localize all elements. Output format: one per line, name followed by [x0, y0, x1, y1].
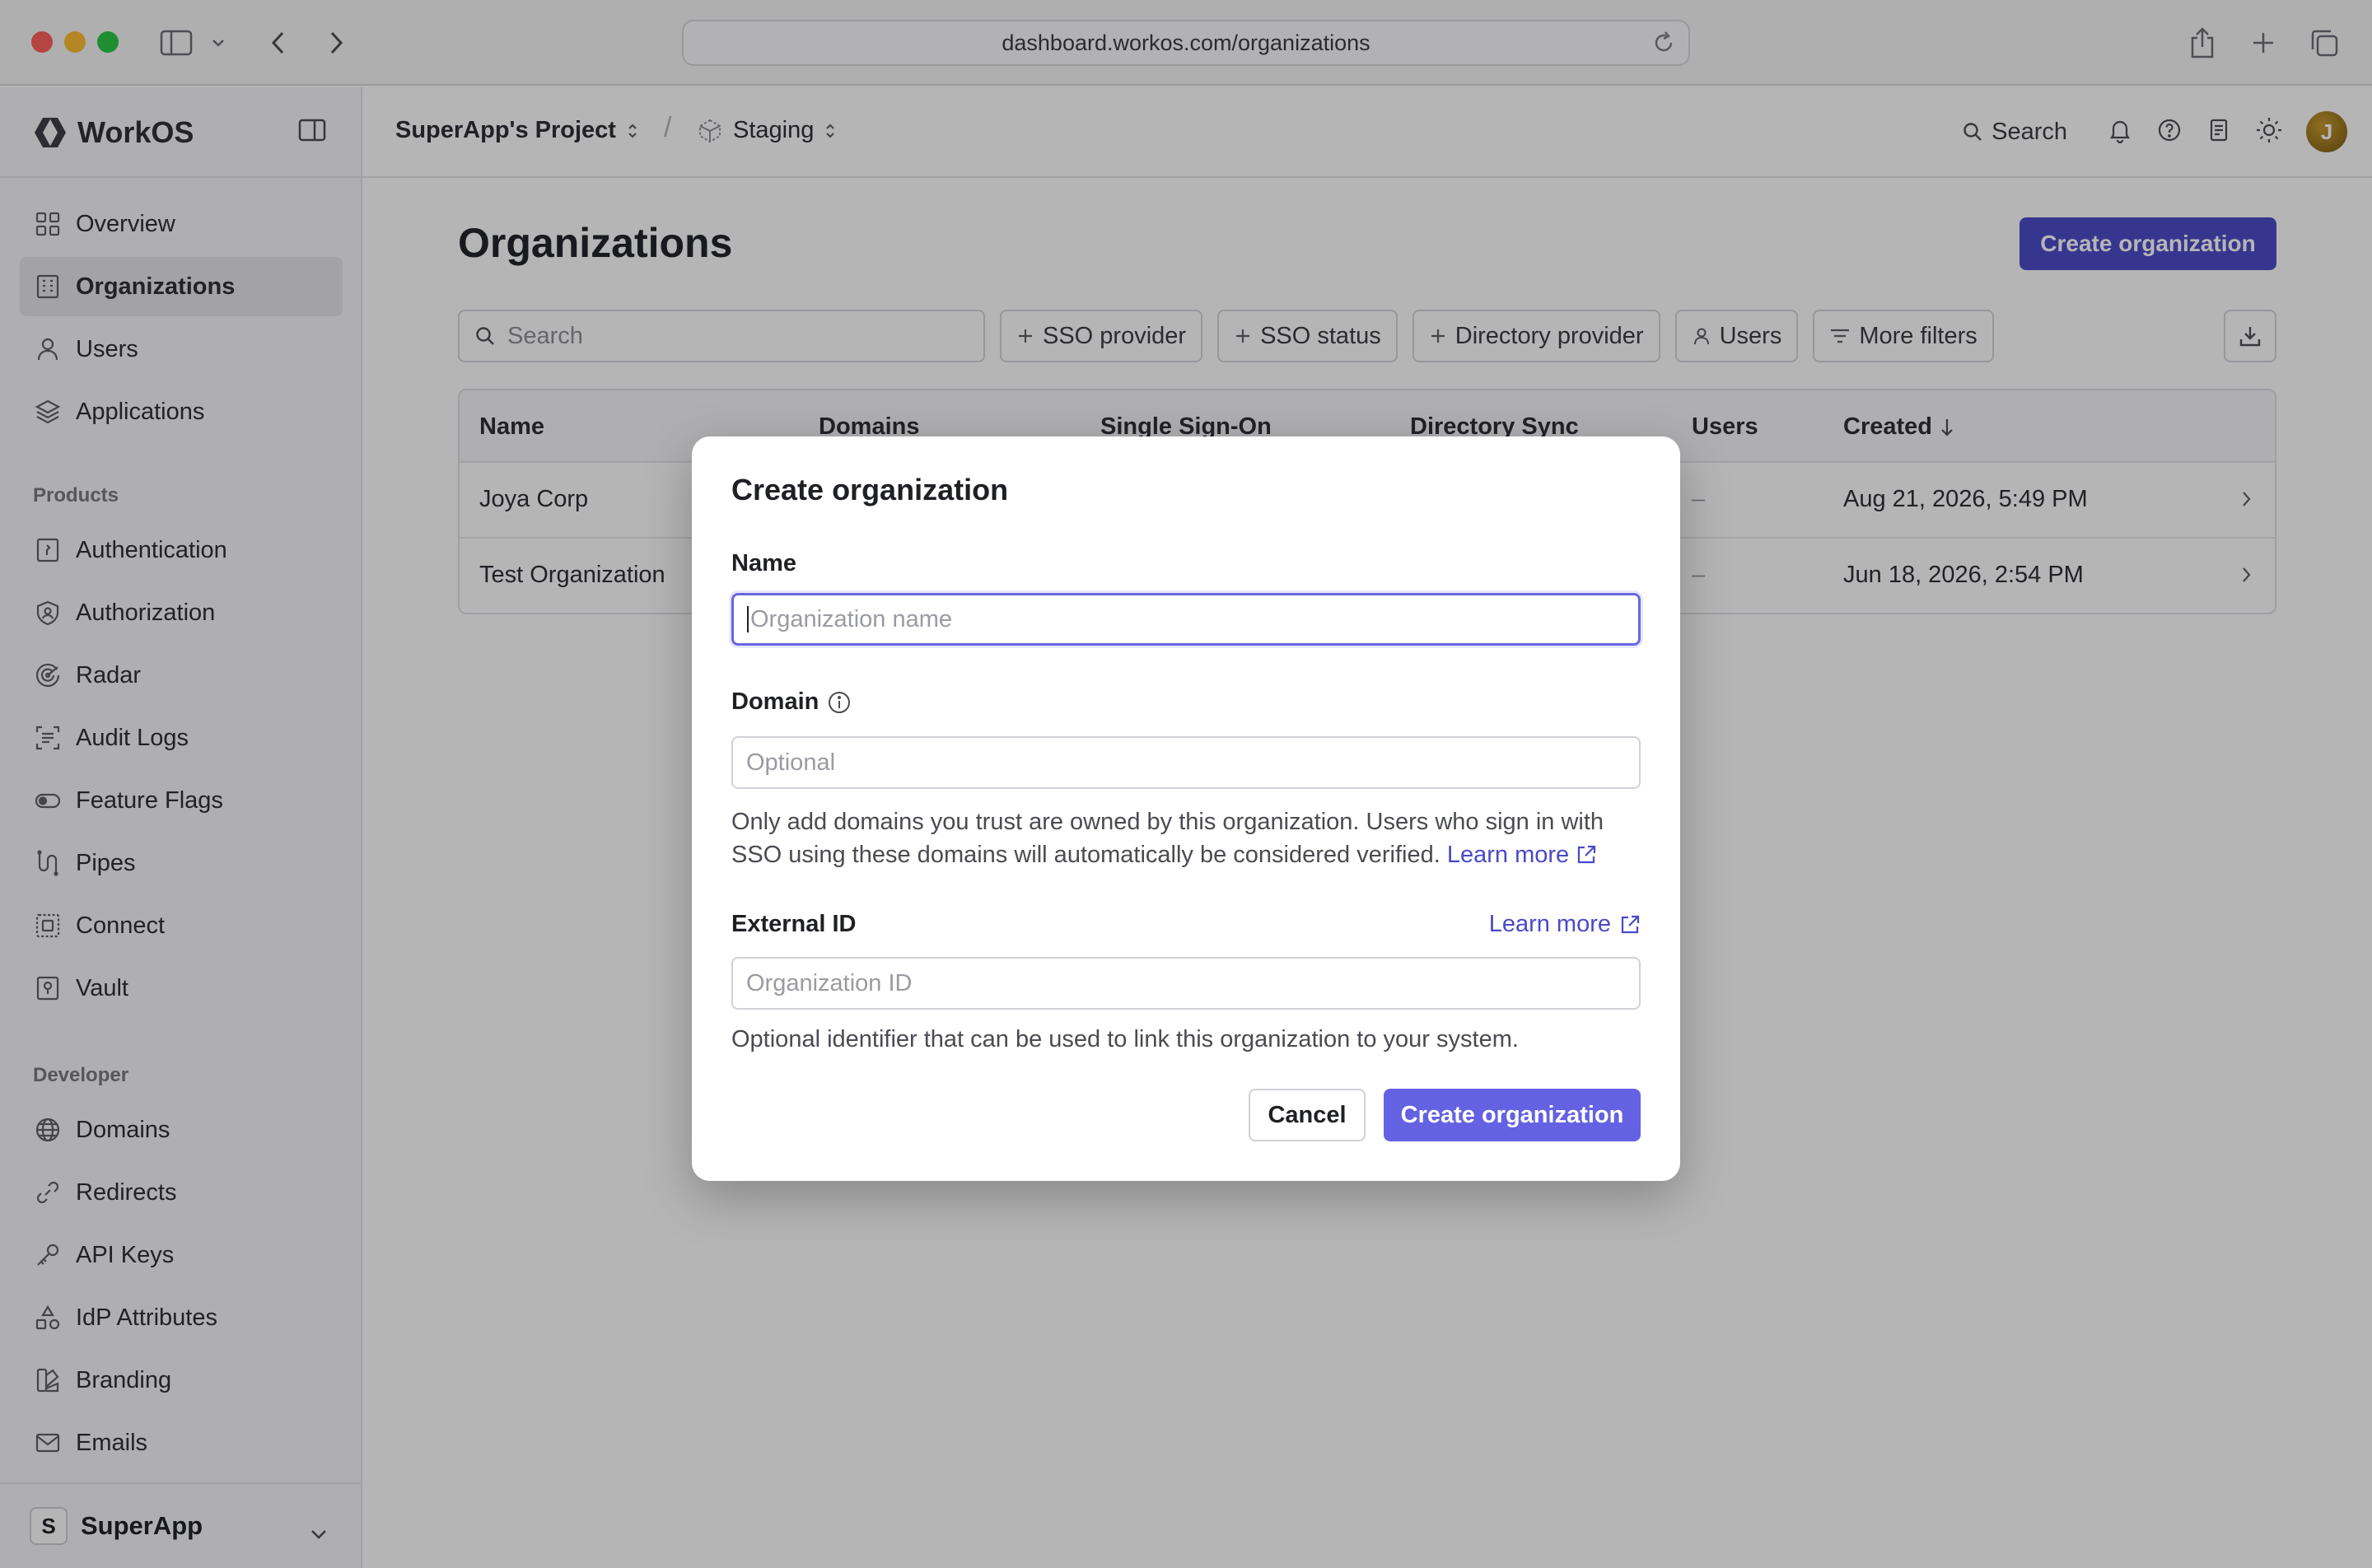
cancel-button[interactable]: Cancel [1249, 1089, 1366, 1141]
external-id-help-text: Optional identifier that can be used to … [731, 1026, 1519, 1052]
external-id-placeholder: Organization ID [746, 969, 913, 996]
domain-label-text: Domain [731, 688, 819, 715]
link-label: Learn more [1446, 842, 1570, 868]
external-id-learn-more-link[interactable]: Learn more [1489, 911, 1641, 938]
external-id-input[interactable]: Organization ID [731, 957, 1641, 1010]
create-organization-dialog: Create organization Name Organization na… [692, 436, 1680, 1181]
domain-placeholder: Optional [746, 749, 836, 776]
organization-name-input[interactable]: Organization name [731, 593, 1641, 646]
text-caret [747, 606, 749, 632]
external-id-label: External ID [731, 911, 857, 938]
name-label-text: Name [731, 550, 796, 576]
domain-label: Domain [731, 688, 852, 716]
name-placeholder: Organization name [750, 605, 953, 632]
link-label: Learn more [1488, 911, 1611, 937]
external-link-icon [1578, 845, 1596, 864]
domain-help-text: Only add domains you trust are owned by … [731, 805, 1637, 871]
external-id-label-text: External ID [731, 911, 857, 937]
info-icon[interactable] [827, 690, 852, 715]
name-label: Name [731, 550, 796, 577]
domain-input[interactable]: Optional [731, 736, 1641, 789]
submit-create-organization-button[interactable]: Create organization [1384, 1089, 1641, 1141]
dialog-title: Create organization [731, 473, 1009, 506]
external-link-icon [1621, 915, 1640, 933]
domain-learn-more-link[interactable]: Learn more [1447, 838, 1597, 871]
